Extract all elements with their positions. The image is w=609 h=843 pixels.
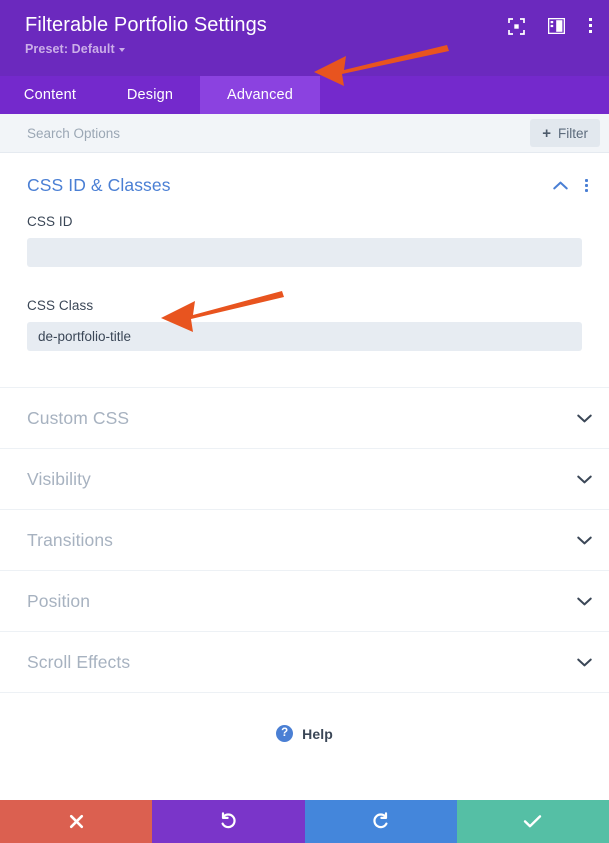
- preset-selector[interactable]: Preset: Default: [25, 42, 589, 56]
- section-position[interactable]: Position: [0, 570, 609, 631]
- css-class-field-group: CSS Class: [0, 298, 609, 351]
- chevron-up-icon[interactable]: [553, 181, 568, 190]
- section-controls: [553, 177, 592, 194]
- section-more-options-icon[interactable]: [581, 177, 592, 194]
- css-id-input[interactable]: [27, 238, 582, 267]
- plus-icon: +: [542, 124, 551, 142]
- more-options-icon[interactable]: [588, 17, 593, 35]
- section-label: Position: [27, 590, 91, 611]
- close-icon: [69, 814, 83, 829]
- tab-design[interactable]: Design: [100, 76, 200, 114]
- tab-bar: Content Design Advanced: [0, 76, 609, 114]
- section-bottom-spacer: [0, 351, 609, 387]
- undo-icon: [221, 812, 236, 829]
- section-visibility[interactable]: Visibility: [0, 448, 609, 509]
- header-icon-group: [508, 17, 593, 35]
- css-id-field-group: CSS ID: [0, 214, 609, 267]
- section-header-css-id-classes[interactable]: CSS ID & Classes: [0, 153, 609, 214]
- search-input[interactable]: [27, 125, 531, 141]
- filter-button[interactable]: + Filter: [530, 119, 600, 147]
- discard-button[interactable]: [0, 800, 153, 843]
- section-label: Custom CSS: [27, 407, 130, 428]
- chevron-down-icon[interactable]: [577, 475, 592, 484]
- tab-content[interactable]: Content: [0, 76, 100, 114]
- section-transitions[interactable]: Transitions: [0, 509, 609, 570]
- section-custom-css[interactable]: Custom CSS: [0, 387, 609, 448]
- chevron-down-icon[interactable]: [577, 414, 592, 423]
- tab-advanced[interactable]: Advanced: [200, 76, 320, 114]
- search-bar: + Filter: [0, 114, 609, 153]
- section-label: Transitions: [27, 529, 114, 550]
- css-class-input[interactable]: [27, 322, 582, 351]
- module-settings-modal: Filterable Portfolio Settings Preset: De…: [0, 0, 609, 843]
- help-link[interactable]: ? Help: [0, 692, 609, 776]
- checkmark-icon: [524, 815, 542, 828]
- section-title: CSS ID & Classes: [27, 175, 171, 195]
- focus-icon[interactable]: [508, 17, 525, 35]
- chevron-down-icon[interactable]: [577, 536, 592, 545]
- layout-panel-icon[interactable]: [548, 18, 565, 34]
- modal-header: Filterable Portfolio Settings Preset: De…: [0, 0, 609, 76]
- section-label: Visibility: [27, 468, 91, 489]
- preset-label: Preset: Default: [25, 42, 115, 56]
- page-title: Filterable Portfolio Settings: [25, 14, 267, 36]
- help-label: Help: [302, 725, 333, 742]
- css-class-label: CSS Class: [27, 298, 94, 313]
- chevron-down-icon: [118, 48, 125, 52]
- field-spacer: [0, 267, 609, 298]
- css-id-label: CSS ID: [27, 214, 73, 229]
- redo-icon: [373, 812, 388, 829]
- save-button[interactable]: [456, 800, 609, 843]
- undo-button[interactable]: [152, 800, 305, 843]
- section-scroll-effects[interactable]: Scroll Effects: [0, 631, 609, 692]
- redo-button[interactable]: [304, 800, 457, 843]
- chevron-down-icon[interactable]: [577, 658, 592, 667]
- filter-button-label: Filter: [558, 125, 588, 141]
- section-label: Scroll Effects: [27, 651, 131, 672]
- action-bar: [0, 800, 609, 843]
- chevron-down-icon[interactable]: [577, 597, 592, 606]
- help-icon: ?: [276, 725, 294, 742]
- settings-panel-body: CSS ID & Classes CSS ID CSS Class de-por…: [0, 153, 609, 800]
